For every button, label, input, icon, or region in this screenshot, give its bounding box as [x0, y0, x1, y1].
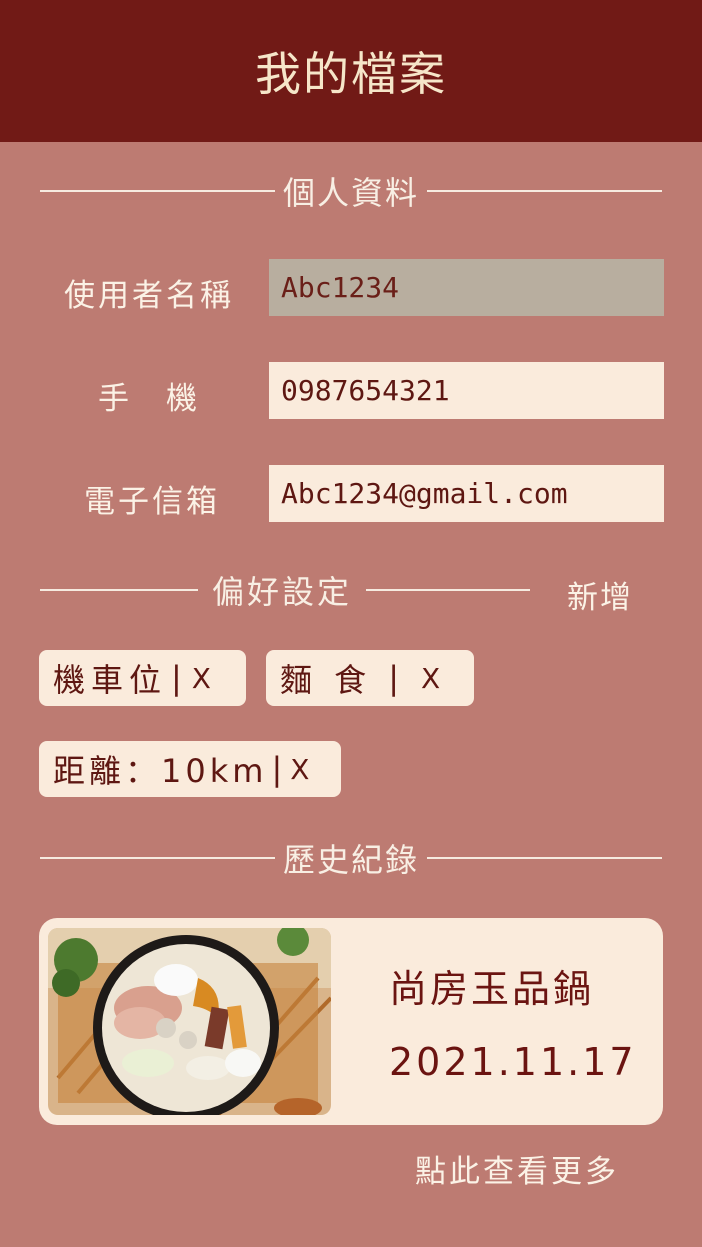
- divider-line: [427, 190, 663, 192]
- restaurant-name: 尚房玉品鍋: [389, 967, 595, 1011]
- visit-date: 2021.11.17: [389, 1040, 637, 1084]
- chip-separator: |: [171, 659, 188, 697]
- remove-chip-icon[interactable]: X: [290, 753, 313, 786]
- add-preference-button[interactable]: 新增: [567, 572, 633, 617]
- email-label: 電子信箱: [84, 484, 220, 520]
- chip-separator: |: [388, 659, 405, 697]
- chip-label: 機車位: [53, 661, 168, 699]
- remove-chip-icon[interactable]: X: [192, 662, 217, 695]
- preference-chip: 機車位 | X: [39, 650, 246, 706]
- username-field: [269, 259, 664, 316]
- view-more-link[interactable]: 點此查看更多: [415, 1146, 619, 1191]
- email-field[interactable]: [269, 465, 664, 522]
- preference-chip: 距離：10km | X: [39, 741, 341, 797]
- remove-chip-icon[interactable]: X: [421, 662, 446, 695]
- divider-line: [40, 190, 275, 192]
- section-title-preferences: 偏好設定: [212, 573, 353, 611]
- divider-line: [427, 857, 663, 859]
- chip-label: 麵 食: [280, 661, 373, 699]
- divider-line: [366, 589, 530, 591]
- divider-line: [40, 857, 275, 859]
- section-divider-preferences: 偏好設定: [40, 573, 530, 611]
- history-card[interactable]: 尚房玉品鍋 2021.11.17: [39, 918, 663, 1125]
- section-title-profile: 個人資料: [283, 174, 420, 212]
- username-label: 使用者名稱: [64, 278, 234, 314]
- preference-chip: 麵 食 | X: [266, 650, 474, 706]
- chip-separator: |: [271, 750, 287, 788]
- app-header: 我的檔案: [0, 0, 702, 142]
- divider-line: [40, 589, 198, 591]
- page-title: 我的檔案: [255, 47, 447, 101]
- section-divider-profile: 個人資料: [40, 174, 663, 212]
- chip-label: 距離：10km: [53, 752, 268, 790]
- phone-label: 手 機: [98, 381, 200, 417]
- food-image: [48, 928, 331, 1115]
- section-title-history: 歷史紀錄: [283, 841, 420, 879]
- phone-field[interactable]: [269, 362, 664, 419]
- hotpot-noodle-image: [48, 928, 331, 1115]
- section-divider-history: 歷史紀錄: [40, 841, 663, 879]
